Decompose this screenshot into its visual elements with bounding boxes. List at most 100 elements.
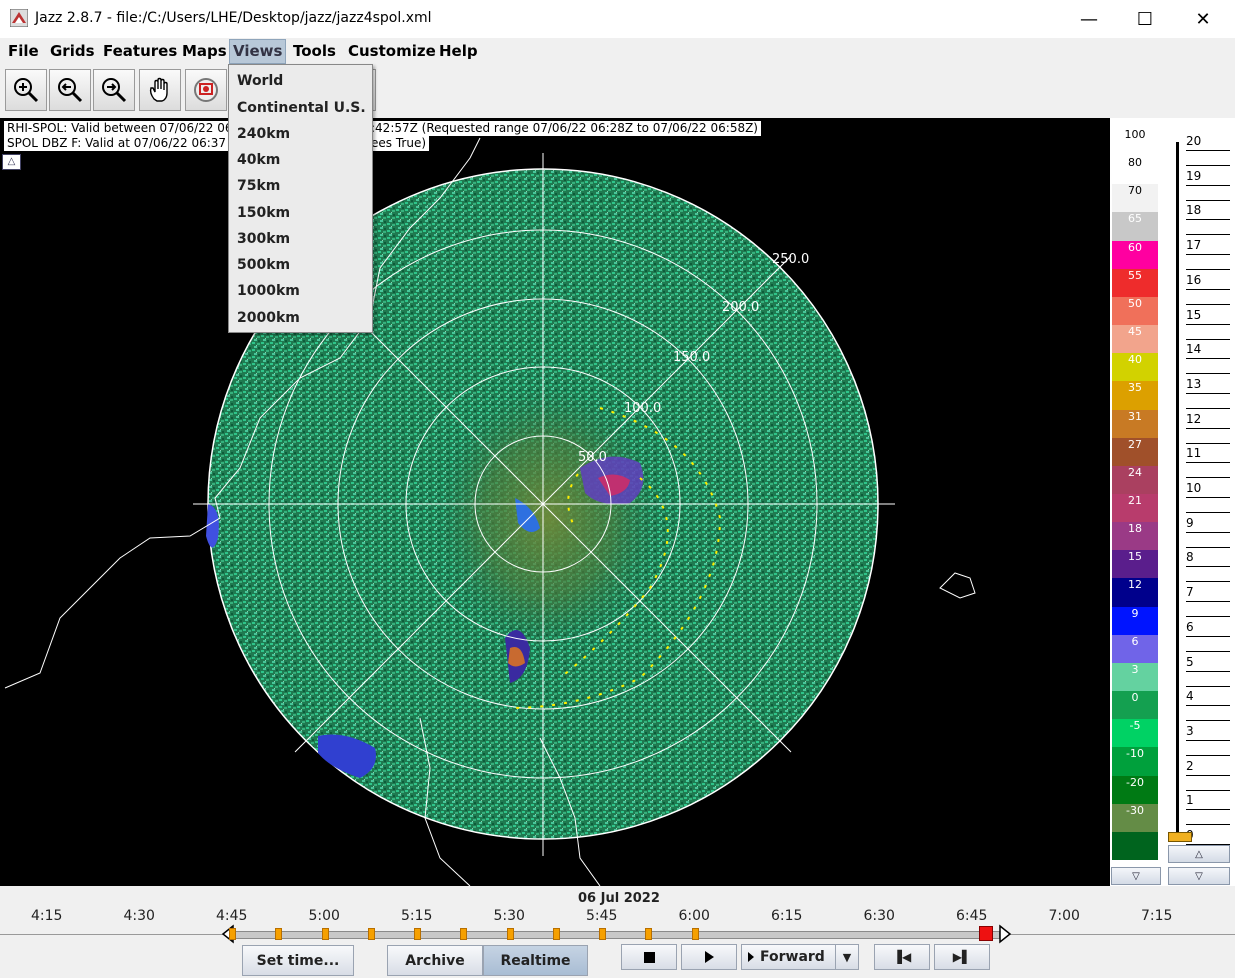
views-item-40km[interactable]: 40km	[237, 152, 280, 168]
current-frame-marker[interactable]	[979, 926, 993, 941]
archive-button[interactable]: Archive	[387, 945, 483, 976]
layers-icon	[194, 78, 218, 102]
colorbar-segment: 80	[1112, 156, 1158, 185]
menu-features[interactable]: Features	[100, 42, 180, 60]
timeline-tick-label: 5:45	[586, 908, 618, 924]
menu-file[interactable]: File	[5, 42, 42, 60]
step-back-button[interactable]: ▐◀	[874, 944, 930, 970]
colorbar-segment: 3	[1112, 662, 1158, 692]
height-label: 7	[1186, 585, 1194, 600]
height-tick-line	[1186, 512, 1230, 513]
timeline-frame-marker[interactable]	[599, 928, 606, 940]
colorbar-segment: 0	[1112, 691, 1158, 720]
menu-customize[interactable]: Customize	[345, 42, 439, 60]
views-item-240km[interactable]: 240km	[237, 126, 290, 142]
set-time-label: Set time...	[256, 952, 340, 969]
chevron-down-icon: ▽	[1195, 870, 1203, 882]
info-line-rhi-right: :42:57Z (Requested range 07/06/22 06:28Z…	[368, 121, 761, 136]
views-item-world[interactable]: World	[237, 73, 283, 89]
height-tick-line	[1186, 254, 1230, 256]
play-icon	[704, 951, 714, 963]
timeline-frame-marker[interactable]	[229, 928, 236, 940]
timeline-frame-marker[interactable]	[460, 928, 468, 940]
timeline-frame-marker[interactable]	[367, 928, 375, 940]
height-scroll-down[interactable]: ▽	[1168, 867, 1230, 885]
height-tick-line	[1186, 199, 1230, 201]
timeline-end-handle-icon[interactable]	[998, 924, 1012, 944]
colorbar-label: 40	[1128, 353, 1142, 367]
height-tick-line	[1186, 338, 1230, 340]
menu-views[interactable]: Views	[229, 39, 287, 64]
maximize-icon: ☐	[1136, 8, 1154, 30]
info-line-dbz: SPOL DBZ F: Valid at 07/06/22 06:37	[4, 136, 230, 151]
menu-help[interactable]: Help	[436, 42, 481, 60]
pan-button[interactable]	[139, 69, 181, 111]
zoom-in-button[interactable]	[5, 69, 47, 111]
height-tick-line	[1186, 616, 1230, 618]
views-item-300km[interactable]: 300km	[237, 231, 290, 247]
layers-button[interactable]	[185, 69, 227, 111]
timeline-frame-marker[interactable]	[321, 928, 329, 940]
height-tick-line	[1186, 234, 1230, 236]
height-label: 3	[1186, 723, 1194, 738]
stop-button[interactable]	[621, 944, 677, 970]
zoom-back-button[interactable]	[49, 69, 91, 111]
play-button[interactable]	[681, 944, 737, 970]
views-item-500km[interactable]: 500km	[237, 257, 290, 273]
timeline-frame-marker[interactable]	[645, 928, 653, 940]
close-button[interactable]: ✕	[1174, 0, 1232, 38]
timeline-frame-marker[interactable]	[506, 928, 514, 940]
title-bar: Jazz 2.8.7 - file:/C:/Users/LHE/Desktop/…	[0, 0, 1235, 38]
zoom-in-icon	[14, 78, 39, 103]
height-tick-line	[1186, 303, 1230, 305]
height-tick-line	[1186, 477, 1230, 479]
timeline-frame-marker[interactable]	[414, 928, 421, 940]
height-label: 10	[1186, 481, 1202, 495]
radar-viewport[interactable]: 50.0 100.0 150.0 200.0 250.0 RHI-SPOL: V…	[0, 118, 1110, 886]
colorbar-scroll-down[interactable]: ▽	[1111, 867, 1161, 885]
collapse-info-button[interactable]: △	[2, 154, 21, 170]
minimize-button[interactable]: —	[1060, 0, 1118, 38]
direction-select[interactable]: Forward ▼	[741, 944, 859, 970]
colorbar-segment: -10	[1112, 747, 1158, 777]
zoom-out-button[interactable]	[93, 69, 135, 111]
step-forward-button[interactable]: ▶▌	[934, 944, 990, 970]
views-item-75km[interactable]: 75km	[237, 178, 280, 194]
timeline-track[interactable]	[232, 931, 1000, 939]
colorbar-segment: -30	[1112, 803, 1158, 833]
timeline-tick-label: 5:00	[308, 908, 340, 924]
range-label-150: 150.0	[673, 350, 710, 365]
info-line-rhi: RHI-SPOL: Valid between 07/06/22 06	[4, 121, 236, 136]
menu-grids[interactable]: Grids	[47, 42, 98, 60]
maximize-button[interactable]: ☐	[1116, 0, 1174, 38]
height-tick-line	[1186, 323, 1230, 325]
height-tick-line	[1186, 462, 1230, 464]
views-item-150km[interactable]: 150km	[237, 205, 290, 221]
colorbar-segment: 40	[1112, 353, 1158, 382]
views-item-2000km[interactable]: 2000km	[237, 310, 300, 326]
height-scroll-up[interactable]: △	[1168, 845, 1230, 863]
height-label: 5	[1186, 654, 1194, 669]
timeline-frame-marker[interactable]	[275, 928, 283, 940]
zoom-out-icon	[102, 78, 127, 103]
menu-maps[interactable]: Maps	[179, 42, 230, 60]
timeline-frame-marker[interactable]	[552, 928, 560, 940]
height-slider-thumb[interactable]	[1168, 832, 1192, 842]
timeline-tick-label: 7:15	[1141, 908, 1173, 924]
archive-label: Archive	[405, 952, 465, 969]
set-time-button[interactable]: Set time...	[242, 945, 354, 976]
menu-tools[interactable]: Tools	[290, 42, 339, 60]
timeline-frame-marker[interactable]	[691, 928, 699, 940]
realtime-button[interactable]: Realtime	[483, 945, 588, 976]
height-slider-track[interactable]	[1176, 142, 1179, 838]
colorbar-label: 12	[1128, 578, 1142, 592]
views-item-continental-us[interactable]: Continental U.S.	[237, 100, 366, 116]
height-tick-line	[1186, 685, 1230, 687]
views-item-1000km[interactable]: 1000km	[237, 283, 300, 299]
height-tick-line	[1186, 358, 1230, 360]
colorbar-segment: 18	[1112, 522, 1158, 551]
chevron-down-icon: ▽	[1132, 870, 1140, 882]
radar-display[interactable]: 50.0 100.0 150.0 200.0 250.0	[0, 118, 1110, 886]
colorbar-segment: 31	[1112, 409, 1158, 439]
pan-hand-icon	[149, 77, 168, 102]
